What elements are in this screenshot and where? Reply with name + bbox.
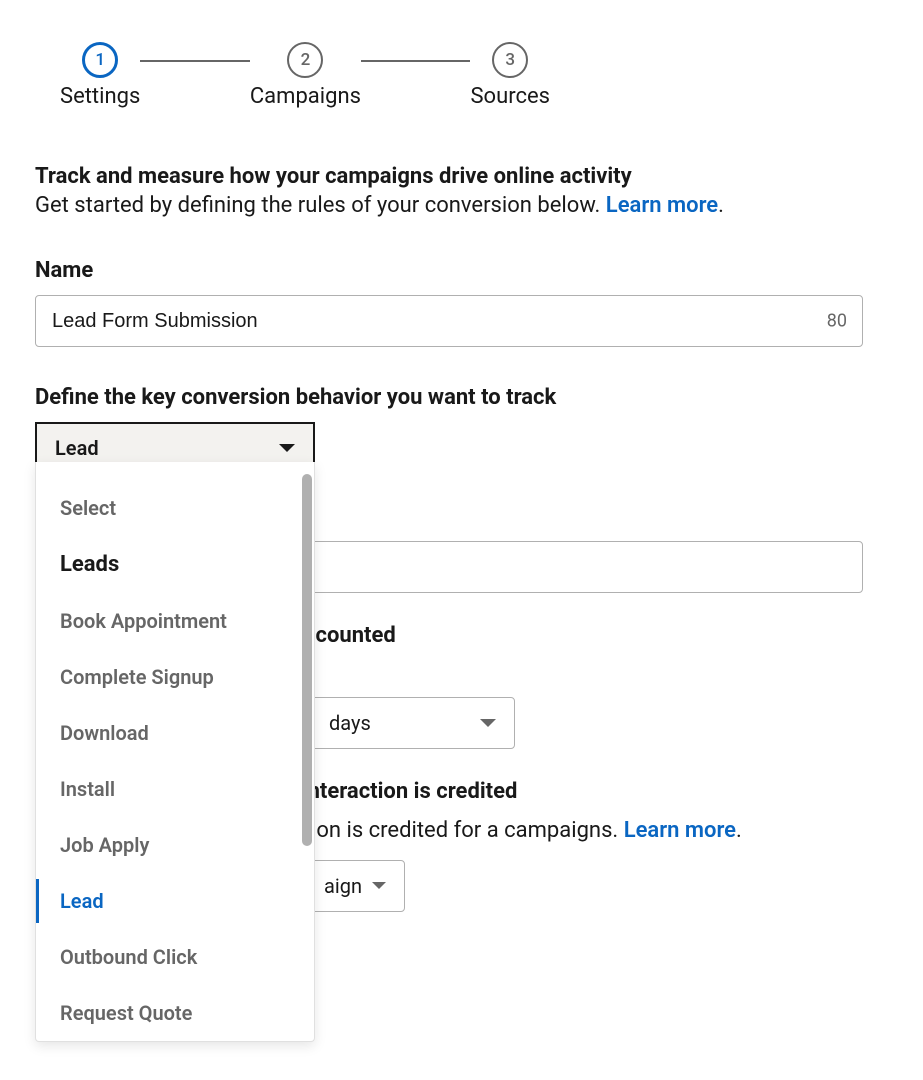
learn-more-link[interactable]: Learn more	[606, 193, 718, 218]
page-subtitle: Get started by defining the rules of you…	[35, 193, 888, 218]
step-connector	[361, 60, 471, 62]
behavior-label: Define the key conversion behavior you w…	[35, 385, 888, 410]
step-sources[interactable]: 3 Sources	[470, 42, 550, 109]
name-input[interactable]	[35, 295, 863, 347]
chevron-down-icon	[480, 719, 496, 727]
step-settings[interactable]: 1 Settings	[60, 42, 140, 109]
attribution-model-value: aign	[324, 874, 362, 898]
step-number: 1	[82, 42, 118, 78]
chevron-down-icon	[372, 882, 386, 889]
period: .	[736, 818, 742, 843]
dropdown-option-outbound-click[interactable]: Outbound Click	[36, 929, 314, 985]
dropdown-option-request-quote[interactable]: Request Quote	[36, 985, 314, 1041]
step-connector	[140, 60, 250, 62]
dropdown-option-download[interactable]: Download	[36, 705, 314, 761]
dropdown-option-install[interactable]: Install	[36, 761, 314, 817]
dropdown-option-complete-signup[interactable]: Complete Signup	[36, 649, 314, 705]
learn-more-link[interactable]: Learn more	[624, 818, 736, 843]
behavior-dropdown-menu: Select Leads Book Appointment Complete S…	[35, 462, 315, 1042]
stepper: 1 Settings 2 Campaigns 3 Sources	[60, 42, 550, 109]
dropdown-option-book-appointment[interactable]: Book Appointment	[36, 593, 314, 649]
views-timeframe-select[interactable]: days	[310, 697, 515, 749]
step-campaigns[interactable]: 2 Campaigns	[250, 42, 361, 109]
attribution-desc-suffix: campaigns.	[504, 818, 624, 843]
step-label: Settings	[60, 84, 140, 109]
scrollbar[interactable]	[302, 474, 312, 846]
chevron-down-icon	[279, 444, 295, 452]
step-number: 2	[287, 42, 323, 78]
behavior-selected-value: Lead	[55, 436, 99, 460]
dropdown-group-leads: Leads	[36, 536, 314, 593]
name-label: Name	[35, 258, 888, 283]
views-timeframe-value: days	[329, 711, 371, 735]
dropdown-option-select[interactable]: Select	[36, 480, 314, 536]
dropdown-option-job-apply[interactable]: Job Apply	[36, 817, 314, 873]
step-number: 3	[492, 42, 528, 78]
subtitle-text: Get started by defining the rules of you…	[35, 193, 606, 218]
page-title: Track and measure how your campaigns dri…	[35, 164, 888, 189]
name-char-count: 80	[827, 311, 847, 332]
period: .	[718, 193, 724, 218]
dropdown-option-lead[interactable]: Lead	[36, 873, 314, 929]
step-label: Sources	[470, 84, 550, 109]
step-label: Campaigns	[250, 84, 361, 109]
